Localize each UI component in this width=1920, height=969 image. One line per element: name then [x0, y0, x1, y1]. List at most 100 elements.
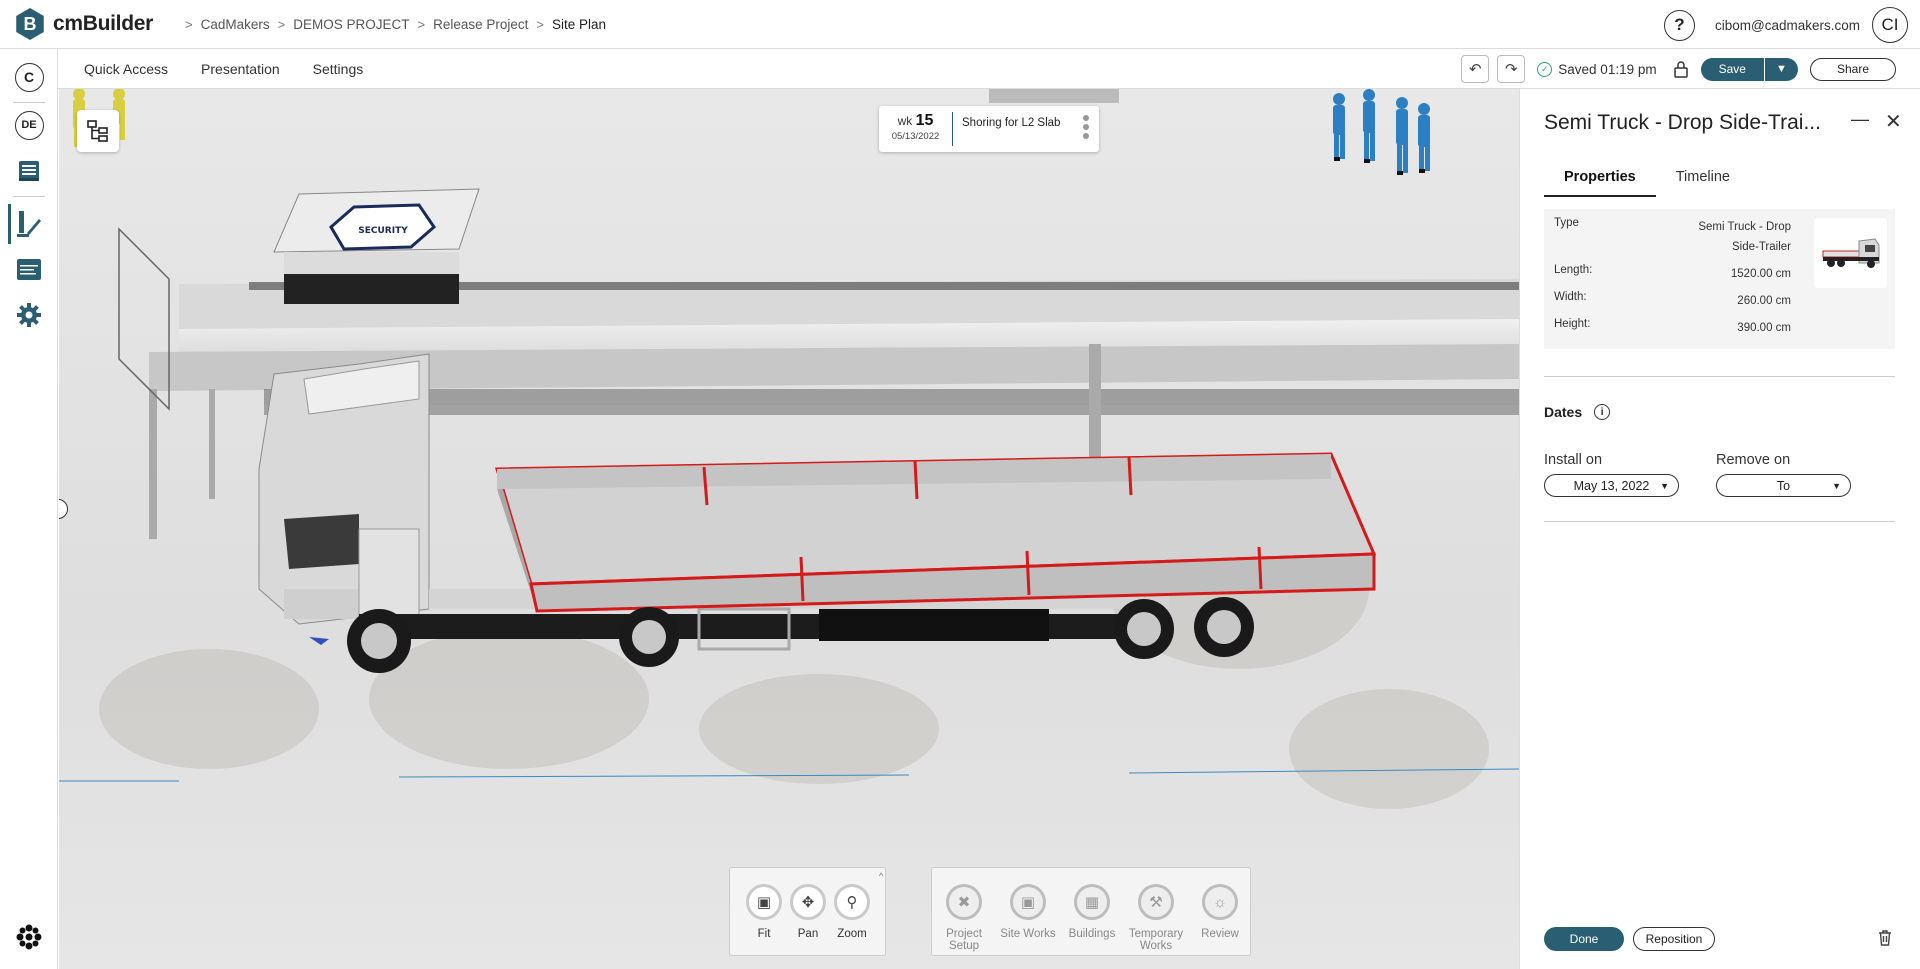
kebab-dot-icon — [1083, 133, 1089, 139]
site-scene: SECURITY — [59, 89, 1519, 809]
project-setup-tool[interactable]: ✖ Project Setup — [936, 884, 992, 952]
buildings-tool[interactable]: ▦ Buildings — [1064, 884, 1120, 940]
site-plan-edit-button[interactable] — [13, 208, 45, 240]
kebab-dot-icon — [1083, 124, 1089, 130]
top-bar: B cmBuilder > CadMakers > DEMOS PROJECT … — [0, 0, 1920, 49]
property-label: Length: — [1554, 264, 1593, 276]
undo-button[interactable]: ↶ — [1461, 55, 1490, 83]
breadcrumb-item[interactable]: Release Project — [433, 17, 528, 32]
language-code: DE — [14, 110, 44, 140]
calendar-icon — [17, 259, 41, 280]
redo-icon: ↷ — [1504, 61, 1518, 78]
install-date-select[interactable]: May 13, 2022 ▼ — [1544, 474, 1679, 497]
property-value: 390.00 cm — [1737, 322, 1791, 334]
logo-icon: B — [16, 8, 44, 40]
menu-presentation[interactable]: Presentation — [201, 61, 280, 77]
menu-settings[interactable]: Settings — [313, 61, 364, 77]
app-name: cmBuilder — [53, 12, 153, 35]
menu-quick-access[interactable]: Quick Access — [84, 61, 168, 77]
help-button[interactable]: ? — [1664, 9, 1695, 41]
company-initial: C — [14, 62, 44, 92]
share-button[interactable]: Share — [1809, 57, 1896, 81]
save-options-button[interactable]: ▼ — [1763, 57, 1798, 81]
close-icon[interactable]: ✕ — [1885, 109, 1902, 134]
dates-section-title: Dates i — [1544, 404, 1611, 420]
rail-divider — [13, 102, 45, 103]
3d-viewport[interactable]: SECURITY wk 15 05/13/2022 Shoring for L2… — [59, 89, 1519, 969]
pencil-icon — [17, 211, 41, 237]
redo-button[interactable]: ↷ — [1497, 55, 1526, 83]
remove-date-value: To — [1776, 478, 1791, 493]
remove-date-select[interactable]: To ▼ — [1716, 474, 1851, 497]
scene-tree-button[interactable] — [77, 110, 119, 152]
app-logo[interactable]: B cmBuilder — [14, 8, 153, 40]
trash-icon — [1879, 930, 1891, 946]
review-icon: ☼ — [1202, 884, 1238, 920]
chevron-right-icon: > — [536, 16, 544, 32]
truck-thumbnail-icon — [1822, 238, 1879, 268]
language-button[interactable]: DE — [13, 109, 45, 141]
site-works-tool[interactable]: ▣ Site Works — [1000, 884, 1056, 940]
gear-icon — [17, 303, 41, 327]
library-button[interactable] — [13, 155, 45, 187]
zoom-tool[interactable]: ⚲ Zoom — [824, 884, 880, 940]
left-rail: C DE — [0, 49, 58, 969]
chevron-down-icon: ▼ — [1776, 63, 1787, 75]
breadcrumb-current: Site Plan — [551, 16, 607, 32]
delete-button[interactable] — [1877, 929, 1893, 952]
review-tool[interactable]: ☼ Review — [1192, 884, 1248, 940]
chevron-right-icon: > — [277, 16, 286, 32]
minimize-icon[interactable]: — — [1851, 109, 1869, 130]
install-date-value: May 13, 2022 — [1573, 478, 1650, 493]
card-menu-button[interactable] — [1083, 115, 1089, 139]
buildings-icon: ▦ — [1074, 884, 1110, 920]
active-indicator — [8, 204, 11, 244]
user-email[interactable]: cibom@cadmakers.com — [1715, 18, 1860, 33]
breadcrumb-item[interactable]: DEMOS PROJECT — [293, 17, 409, 32]
zoom-icon: ⚲ — [834, 884, 870, 920]
reposition-button[interactable]: Reposition — [1633, 927, 1715, 951]
company-switcher-button[interactable]: C — [13, 61, 45, 93]
chevron-right-icon: > — [417, 16, 426, 32]
dates-title: Dates — [1544, 404, 1583, 420]
caret-down-icon: ▼ — [1832, 481, 1841, 491]
save-status: ✓ Saved 01:19 pm — [1537, 61, 1657, 77]
install-on-label: Install on — [1544, 452, 1603, 468]
property-label: Width: — [1554, 291, 1587, 303]
property-label: Type — [1554, 217, 1579, 229]
lock-button[interactable] — [1673, 60, 1689, 78]
schedule-week-card[interactable]: wk 15 05/13/2022 Shoring for L2 Slab — [879, 106, 1099, 152]
section-toolbox: ✖ Project Setup ▣ Site Works ▦ Buildings… — [931, 867, 1251, 956]
apps-button[interactable] — [13, 921, 45, 953]
save-button[interactable]: Save — [1700, 57, 1764, 81]
property-row-type: Type Semi Truck - Drop Side-Trailer — [1554, 217, 1791, 257]
tool-label: Temporary Works — [1128, 928, 1184, 952]
week-label: wk — [897, 114, 913, 128]
properties-box: Type Semi Truck - Drop Side-Trailer Leng… — [1544, 209, 1895, 349]
task-name: Shoring for L2 Slab — [962, 116, 1061, 129]
check-circle-icon: ✓ — [1537, 61, 1553, 77]
property-value: 260.00 cm — [1737, 295, 1791, 307]
chevron-up-icon[interactable]: ^ — [879, 871, 883, 881]
week-date: 05/13/2022 — [891, 131, 940, 142]
breadcrumb: > CadMakers > DEMOS PROJECT > Release Pr… — [177, 17, 606, 32]
settings-button[interactable] — [13, 299, 45, 331]
avatar[interactable]: CI — [1872, 7, 1908, 43]
info-icon[interactable]: i — [1594, 404, 1611, 420]
breadcrumb-item[interactable]: CadMakers — [201, 17, 270, 32]
remove-on-label: Remove on — [1716, 452, 1791, 468]
done-button[interactable]: Done — [1544, 927, 1624, 951]
schedule-button[interactable] — [13, 253, 45, 285]
flower-apps-icon — [16, 924, 42, 950]
lock-icon — [1673, 61, 1688, 78]
secondary-toolbar: Quick Access Presentation Settings ↶ ↷ ✓… — [58, 49, 1920, 89]
temporary-works-tool[interactable]: ⚒ Temporary Works — [1128, 884, 1184, 952]
tab-timeline[interactable]: Timeline — [1656, 169, 1750, 197]
tool-label: Site Works — [1000, 928, 1056, 940]
chevron-right-icon: › — [59, 503, 60, 515]
tool-label: Review — [1201, 928, 1239, 940]
tab-properties[interactable]: Properties — [1544, 169, 1656, 197]
navigation-toolbox: ^ ▣ Fit ✥ Pan ⚲ Zoom — [729, 867, 886, 956]
divider — [1544, 521, 1895, 522]
divider — [1544, 376, 1895, 377]
